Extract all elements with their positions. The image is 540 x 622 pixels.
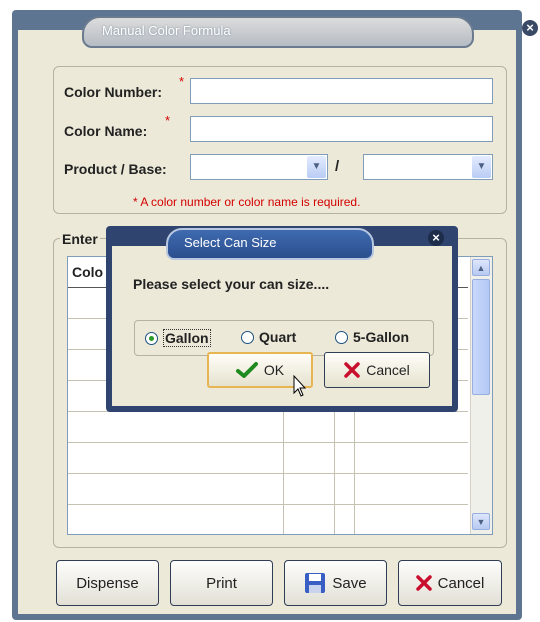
scroll-down-icon[interactable]: ▼ (472, 513, 490, 530)
print-button[interactable]: Print (170, 560, 273, 606)
color-name-label: Color Name: (64, 123, 148, 139)
radio-selected-icon (145, 331, 158, 345)
color-number-label: Color Number: (64, 84, 162, 100)
product-select[interactable]: ▼ (190, 154, 328, 180)
save-button-label: Save (332, 574, 367, 592)
base-select[interactable]: ▼ (363, 154, 493, 180)
grid-group-label: Enter (60, 231, 100, 247)
required-marker: * (165, 113, 171, 128)
grid-row-line (68, 473, 468, 474)
radio-gallon[interactable]: Gallon (145, 329, 211, 347)
dialog-body: Please select your can size.... Gallon Q… (112, 246, 452, 406)
color-number-input[interactable] (190, 78, 493, 104)
required-note: * A color number or color name is requir… (133, 195, 361, 209)
scroll-thumb[interactable] (472, 279, 490, 395)
radio-quart-label: Quart (259, 329, 297, 345)
dialog-title: Select Can Size (184, 235, 277, 250)
radio-unselected-icon (241, 330, 254, 344)
can-size-radio-group: Gallon Quart 5-Gallon (134, 320, 434, 356)
dialog-cancel-button[interactable]: Cancel (324, 352, 430, 388)
chevron-down-icon[interactable]: ▼ (307, 156, 326, 178)
grid-scrollbar[interactable]: ▲ ▼ (470, 257, 492, 534)
window-title-bar[interactable]: Manual Color Formula (82, 16, 474, 48)
product-base-label: Product / Base: (64, 161, 167, 177)
radio-gallon-label: Gallon (163, 329, 211, 347)
product-base-separator: / (335, 158, 340, 175)
grid-row-line (68, 442, 468, 443)
dialog-close-icon[interactable]: × (428, 230, 444, 246)
required-marker: * (179, 74, 185, 89)
select-can-size-dialog: Please select your can size.... Gallon Q… (106, 226, 458, 412)
floppy-disk-icon (305, 573, 326, 593)
window-title: Manual Color Formula (102, 23, 231, 38)
chevron-down-icon[interactable]: ▼ (472, 156, 491, 178)
radio-5-gallon-label: 5-Gallon (353, 329, 410, 345)
mouse-cursor-icon (293, 375, 307, 397)
print-button-label: Print (206, 574, 237, 592)
radio-5-gallon[interactable]: 5-Gallon (335, 329, 409, 345)
dispense-button-label: Dispense (76, 574, 139, 592)
grid-header-color: Colo (72, 264, 104, 280)
red-x-icon (344, 362, 360, 378)
radio-unselected-icon (335, 330, 348, 344)
color-name-input[interactable] (190, 116, 493, 142)
scroll-up-icon[interactable]: ▲ (472, 259, 490, 276)
dialog-prompt: Please select your can size.... (133, 276, 330, 292)
window-close-icon[interactable]: × (522, 20, 538, 36)
dispense-button[interactable]: Dispense (56, 560, 159, 606)
dialog-title-bar[interactable]: Select Can Size (166, 228, 374, 260)
dialog-cancel-label: Cancel (366, 362, 410, 378)
radio-quart[interactable]: Quart (241, 329, 296, 345)
grid-row-line (68, 504, 468, 505)
red-x-icon (415, 575, 432, 591)
green-check-icon (235, 362, 258, 378)
cancel-button-label: Cancel (437, 574, 485, 592)
cancel-button[interactable]: Cancel (398, 560, 502, 606)
save-button[interactable]: Save (284, 560, 387, 606)
dialog-ok-label: OK (263, 362, 285, 378)
